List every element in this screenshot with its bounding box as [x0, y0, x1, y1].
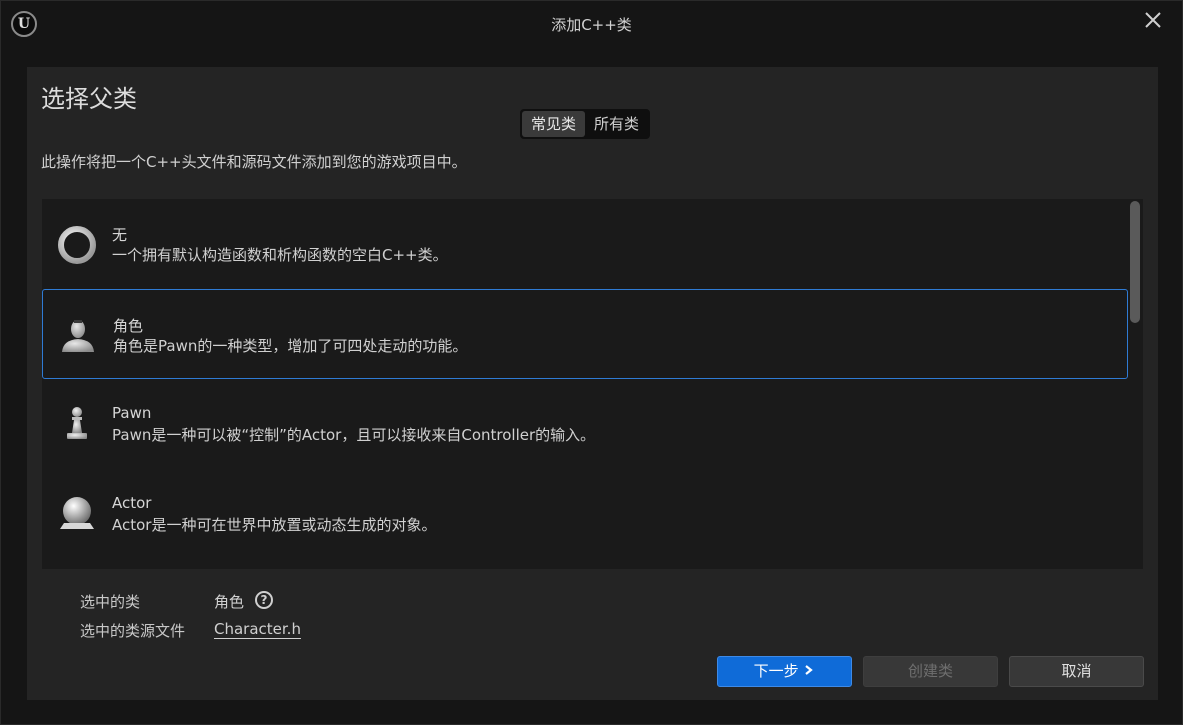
chevron-right-icon: [803, 657, 815, 686]
class-item-description: Actor是一种可在世界中放置或动态生成的对象。: [112, 516, 437, 534]
class-item-none[interactable]: 无 一个拥有默认构造函数和析构函数的空白C++类。: [42, 199, 1128, 289]
class-item-title: Actor: [112, 494, 152, 512]
class-item-actor[interactable]: Actor Actor是一种可在世界中放置或动态生成的对象。: [42, 469, 1128, 559]
add-cpp-class-window: U 添加C++类 选择父类 常见类 所有类 此操作将把一个C++头文件和源码文件…: [0, 0, 1183, 725]
class-item-title: 无: [112, 226, 128, 244]
class-item-character[interactable]: 角色 角色是Pawn的一种类型，增加了可四处走动的功能。: [42, 289, 1128, 379]
titlebar: U 添加C++类: [1, 1, 1182, 49]
selected-class-label: 选中的类: [80, 593, 141, 611]
pawn-icon: [56, 403, 98, 445]
list-scrollbar[interactable]: [1130, 201, 1140, 323]
class-item-description: 一个拥有默认构造函数和析构函数的空白C++类。: [112, 246, 448, 264]
tab-all-classes[interactable]: 所有类: [585, 111, 648, 137]
close-icon[interactable]: [1142, 9, 1164, 31]
create-class-button[interactable]: 创建类: [863, 656, 998, 687]
selected-file-label: 选中的类源文件: [80, 622, 186, 640]
class-item-pawn[interactable]: Pawn Pawn是一种可以被“控制”的Actor，且可以接收来自Control…: [42, 379, 1128, 469]
tab-common-classes[interactable]: 常见类: [522, 111, 586, 137]
class-item-title: 角色: [113, 317, 144, 335]
parent-class-list: 无 一个拥有默认构造函数和析构函数的空白C++类。 角色 角色是Pawn的一种类…: [42, 199, 1143, 569]
class-filter-tabs: 常见类 所有类: [520, 109, 651, 139]
help-icon[interactable]: ?: [255, 591, 273, 609]
class-item-title: Pawn: [112, 404, 152, 422]
page-description: 此操作将把一个C++头文件和源码文件添加到您的游戏项目中。: [41, 153, 467, 171]
next-button[interactable]: 下一步: [717, 656, 852, 687]
window-title: 添加C++类: [551, 16, 632, 34]
selected-class-value: 角色: [214, 593, 245, 611]
actor-sphere-icon: [56, 493, 98, 535]
cancel-button[interactable]: 取消: [1009, 656, 1144, 687]
class-item-description: Pawn是一种可以被“控制”的Actor，且可以接收来自Controller的输…: [112, 426, 596, 444]
next-button-label: 下一步: [753, 662, 799, 680]
page-title: 选择父类: [41, 85, 137, 113]
ring-icon: [56, 223, 98, 265]
class-item-description: 角色是Pawn的一种类型，增加了可四处走动的功能。: [113, 337, 468, 355]
selected-file-link[interactable]: Character.h: [214, 620, 301, 638]
main-panel: 选择父类 常见类 所有类 此操作将把一个C++头文件和源码文件添加到您的游戏项目…: [27, 67, 1158, 700]
character-icon: [57, 314, 99, 356]
